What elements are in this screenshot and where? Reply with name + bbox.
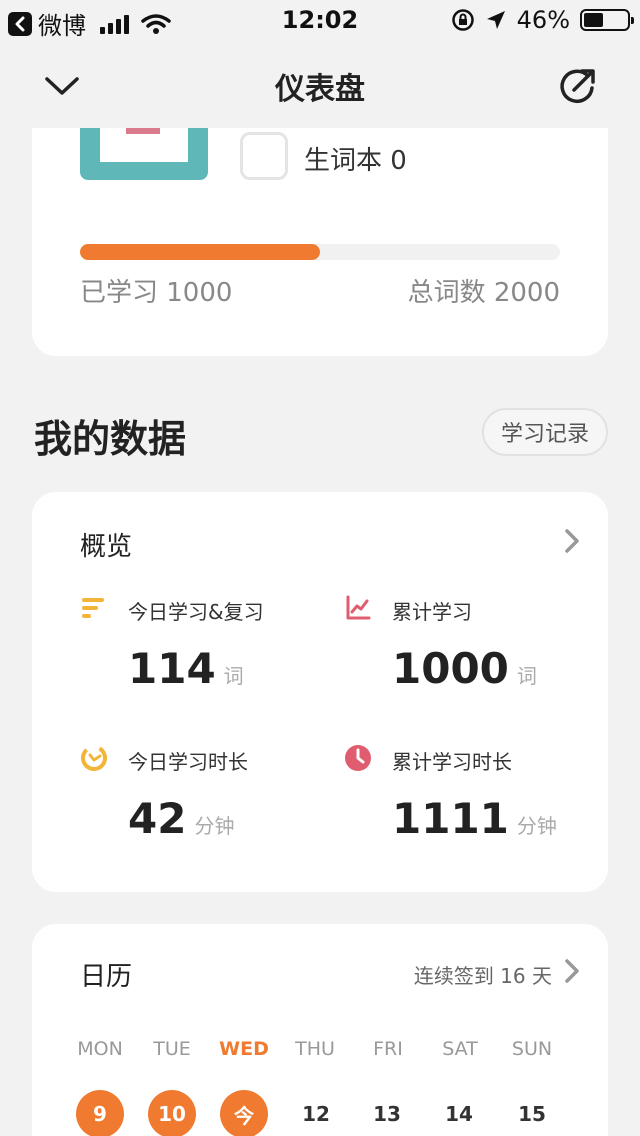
clock-dial-icon — [81, 745, 107, 771]
status-bar: 微博 12:02 46% — [0, 0, 640, 40]
book-card: 生词本 0 已学习 1000 总词数 2000 — [32, 128, 608, 356]
chevron-right-icon[interactable] — [562, 956, 582, 986]
vocab-book-checkbox[interactable] — [240, 132, 288, 180]
battery-percent: 46% — [516, 6, 570, 34]
calendar-title: 日历 — [80, 962, 133, 992]
stat-unit: 词 — [223, 664, 244, 688]
battery-fill — [584, 13, 604, 27]
weekday-label: MON — [77, 1038, 123, 1060]
status-right: 46% — [451, 6, 634, 34]
overview-card[interactable]: 概览 今日学习&复习 114 词 累计学习 1000 词 今日学习时长 42 分钟 — [32, 492, 608, 892]
stat-value: 1111 分钟 — [392, 794, 557, 843]
calendar-date-checked[interactable]: 9 — [76, 1090, 124, 1136]
total-count: 总词数 2000 — [407, 278, 560, 308]
calendar-date-today[interactable]: 今 — [220, 1090, 268, 1136]
section-title: 我的数据 — [34, 417, 187, 461]
overview-title: 概览 — [80, 532, 133, 562]
stat-number: 42 — [128, 794, 187, 843]
vocab-book-label[interactable]: 生词本 0 — [304, 140, 407, 177]
stat-number: 1111 — [392, 794, 509, 843]
weekday-label: FRI — [373, 1038, 403, 1060]
stat-unit: 词 — [516, 664, 537, 688]
nav-bar: 仪表盘 — [0, 40, 640, 128]
stat-total-study: 累计学习 1000 词 — [344, 594, 604, 714]
weekday-label: SAT — [442, 1038, 478, 1060]
stat-label: 今日学习&复习 — [128, 600, 264, 624]
stat-label: 今日学习时长 — [128, 750, 248, 774]
weekday-label: TUE — [153, 1038, 191, 1060]
stat-value: 1000 词 — [392, 644, 537, 693]
progress-fill — [80, 244, 320, 260]
stat-unit: 分钟 — [516, 814, 557, 838]
chart-icon — [346, 595, 371, 620]
weekday-label: SUN — [511, 1038, 553, 1060]
stat-today-time: 今日学习时长 42 分钟 — [80, 744, 340, 864]
battery-icon — [580, 9, 634, 31]
weekday-label: THU — [295, 1038, 335, 1060]
calendar-card[interactable]: 日历 连续签到 16 天 MON TUE WED THU FRI SAT SUN… — [32, 924, 608, 1136]
calendar-date-checked[interactable]: 10 — [148, 1090, 196, 1136]
progress-bar — [80, 244, 560, 260]
chevron-right-icon[interactable] — [562, 526, 582, 556]
stat-value: 42 分钟 — [128, 794, 234, 843]
calendar-date[interactable]: 14 — [435, 1090, 483, 1136]
clock-icon — [345, 745, 371, 771]
study-record-button[interactable]: 学习记录 — [482, 408, 608, 456]
stat-number: 114 — [128, 644, 216, 693]
book-cover-image[interactable] — [80, 128, 208, 180]
stat-today-study: 今日学习&复习 114 词 — [80, 594, 340, 714]
stat-unit: 分钟 — [194, 814, 235, 838]
calendar-date[interactable]: 12 — [292, 1090, 340, 1136]
rotation-lock-icon — [451, 9, 474, 31]
weekday-label-today: WED — [219, 1038, 269, 1060]
bars-icon — [82, 598, 104, 618]
stat-total-time: 累计学习时长 1111 分钟 — [344, 744, 604, 864]
calendar-date[interactable]: 15 — [508, 1090, 556, 1136]
stat-label: 累计学习时长 — [392, 750, 512, 774]
streak-text[interactable]: 连续签到 16 天 — [414, 960, 552, 989]
location-arrow-icon — [486, 11, 505, 29]
share-button[interactable] — [556, 64, 600, 108]
book-cover-mark — [126, 128, 160, 134]
page-title: 仪表盘 — [275, 72, 365, 107]
calendar-date[interactable]: 13 — [363, 1090, 411, 1136]
stat-label: 累计学习 — [392, 600, 472, 624]
share-icon — [560, 69, 595, 104]
stat-value: 114 词 — [128, 644, 244, 693]
stat-number: 1000 — [392, 644, 509, 693]
learned-count: 已学习 1000 — [80, 278, 233, 308]
